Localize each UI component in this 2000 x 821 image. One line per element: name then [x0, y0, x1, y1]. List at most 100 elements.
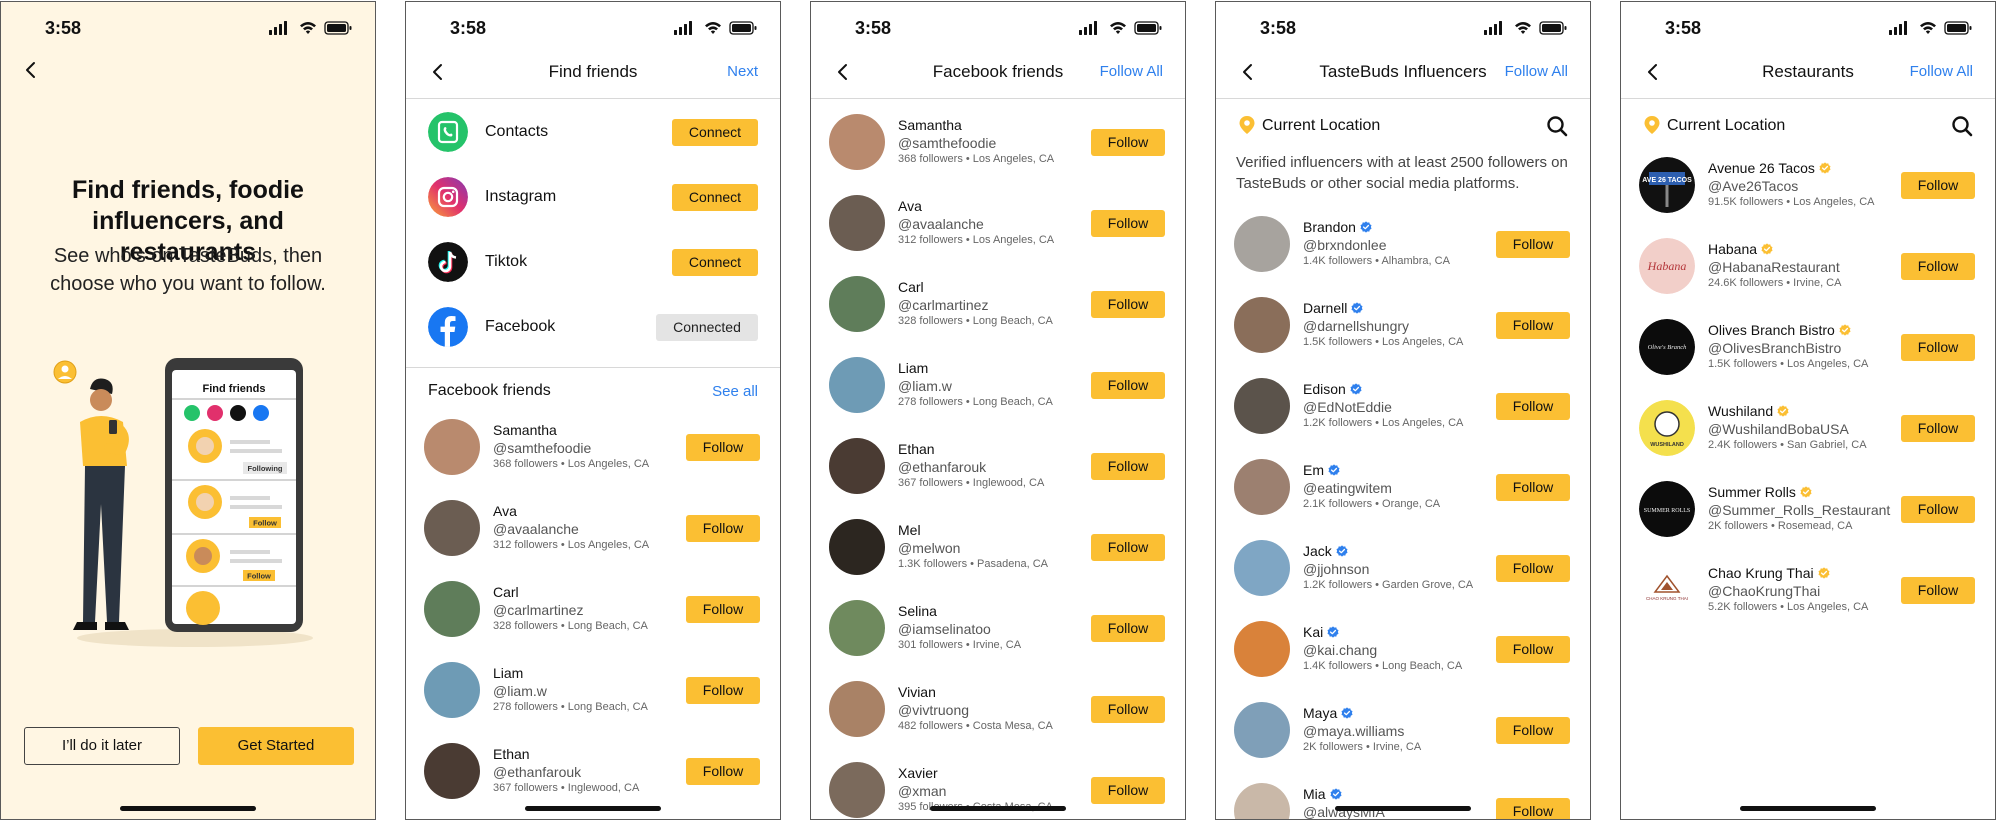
follow-button[interactable]: Follow	[1091, 696, 1165, 723]
connect-button[interactable]: Connect	[672, 119, 758, 146]
follow-button[interactable]: Follow	[1091, 615, 1165, 642]
follow-button[interactable]: Follow	[1496, 555, 1570, 582]
follow-button[interactable]: Follow	[1091, 534, 1165, 561]
user-meta: 1.2K followers • Los Angeles, CA	[1303, 417, 1464, 429]
follow-button[interactable]: Follow	[1496, 717, 1570, 744]
follow-button[interactable]: Follow	[686, 515, 760, 542]
user-meta: 1.4K followers • Alhambra, CA	[1303, 255, 1450, 267]
follow-button[interactable]: Follow	[1496, 312, 1570, 339]
follow-button[interactable]: Follow	[686, 677, 760, 704]
home-indicator	[525, 806, 661, 811]
restaurant-row: SUMMER ROLLS Summer Rolls @Summer_Rolls_…	[1621, 469, 1995, 549]
follow-button[interactable]: Follow	[1091, 129, 1165, 156]
user-meta: 328 followers • Long Beach, CA	[493, 620, 648, 632]
follow-button[interactable]: Follow	[1901, 253, 1975, 280]
follow-button[interactable]: Follow	[1496, 798, 1570, 819]
location-label[interactable]: Current Location	[1262, 117, 1380, 135]
back-icon[interactable]	[19, 58, 43, 82]
user-meta: 367 followers • Inglewood, CA	[493, 782, 640, 794]
user-meta: 278 followers • Long Beach, CA	[898, 396, 1053, 408]
service-row-instagram: Instagram Connect	[406, 167, 780, 227]
follow-button[interactable]: Follow	[1091, 291, 1165, 318]
user-name-line: Brandon	[1303, 219, 1372, 235]
page-title: Find friends	[548, 62, 638, 81]
see-all-link[interactable]: See all	[712, 383, 758, 400]
follow-button[interactable]: Follow	[1496, 474, 1570, 501]
follow-all-button[interactable]: Follow All	[1100, 63, 1163, 80]
follow-button[interactable]: Follow	[1901, 496, 1975, 523]
avatar	[1234, 459, 1290, 515]
illustration-follow-tag: Follow	[253, 519, 277, 528]
verified-icon	[1819, 162, 1831, 174]
user-name: Mel	[898, 522, 921, 538]
user-meta: 1.3K followers • Pasadena, CA	[898, 558, 1048, 570]
logo-text: WUSHILAND	[1650, 442, 1684, 448]
restaurant-logo: SUMMER ROLLS	[1639, 481, 1695, 537]
avatar	[1234, 540, 1290, 596]
friend-row: Vivian @vivtruong 482 followers • Costa …	[811, 669, 1185, 749]
influencer-row: Em @eatingwitem 2.1K followers • Orange,…	[1216, 447, 1590, 527]
next-button[interactable]: Next	[727, 63, 758, 80]
restaurant-name: Summer Rolls	[1708, 484, 1796, 500]
restaurant-meta: 2.4K followers • San Gabriel, CA	[1708, 439, 1867, 451]
user-meta: 312 followers • Los Angeles, CA	[493, 539, 650, 551]
divider	[406, 367, 780, 368]
follow-button[interactable]: Follow	[1091, 210, 1165, 237]
follow-all-button[interactable]: Follow All	[1910, 63, 1973, 80]
logo-text: Habana	[1647, 259, 1687, 273]
connect-button[interactable]: Connect	[672, 249, 758, 276]
follow-button[interactable]: Follow	[1901, 334, 1975, 361]
get-started-button[interactable]: Get Started	[198, 727, 354, 765]
restaurant-handle: @WushilandBobaUSA	[1708, 421, 1849, 437]
user-handle: @carlmartinez	[898, 297, 989, 313]
follow-button[interactable]: Follow	[686, 434, 760, 461]
location-label[interactable]: Current Location	[1667, 117, 1785, 135]
connect-button[interactable]: Connect	[672, 184, 758, 211]
avatar	[829, 276, 885, 332]
avatar	[829, 438, 885, 494]
friend-row: Carl @carlmartinez 328 followers • Long …	[406, 569, 780, 649]
user-handle: @samthefoodie	[493, 440, 592, 456]
restaurant-handle: @HabanaRestaurant	[1708, 259, 1840, 275]
follow-all-button[interactable]: Follow All	[1505, 63, 1568, 80]
home-indicator	[1335, 806, 1471, 811]
connected-button[interactable]: Connected	[656, 314, 758, 341]
onboarding-screen: 3:58 Find friends, foodie influencers, a…	[0, 1, 376, 820]
location-bar: Current Location	[1621, 112, 1995, 142]
search-icon[interactable]	[1951, 115, 1973, 137]
verified-icon	[1761, 243, 1773, 255]
avatar	[1234, 378, 1290, 434]
restaurant-meta: 5.2K followers • Los Angeles, CA	[1708, 601, 1869, 613]
restaurant-row: Habana Habana @HabanaRestaurant 24.6K fo…	[1621, 226, 1995, 306]
restaurant-name: Chao Krung Thai	[1708, 565, 1814, 581]
follow-button[interactable]: Follow	[1091, 453, 1165, 480]
follow-button[interactable]: Follow	[1091, 372, 1165, 399]
follow-button[interactable]: Follow	[686, 596, 760, 623]
location-pin-icon	[1238, 115, 1256, 135]
logo-text: AVE 26 TACOS	[1642, 177, 1692, 184]
avatar	[424, 662, 480, 718]
restaurants-screen: 3:58 Restaurants Follow All Current Loca…	[1620, 1, 1996, 820]
search-icon[interactable]	[1546, 115, 1568, 137]
follow-button[interactable]: Follow	[1901, 577, 1975, 604]
do-it-later-button[interactable]: I’ll do it later	[24, 727, 180, 765]
service-row-facebook: Facebook Connected	[406, 297, 780, 357]
user-name: Liam	[493, 665, 524, 681]
user-handle: @carlmartinez	[493, 602, 584, 618]
follow-button[interactable]: Follow	[1091, 777, 1165, 804]
restaurant-name-line: Habana	[1708, 241, 1773, 257]
friend-row: Ava @avaalanche 312 followers • Los Ange…	[811, 183, 1185, 263]
tiktok-icon	[428, 242, 468, 282]
user-name-line: Maya	[1303, 705, 1353, 721]
restaurant-handle: @Summer_Rolls_Restaurant	[1708, 502, 1891, 518]
influencer-row: Brandon @brxndonlee 1.4K followers • Alh…	[1216, 204, 1590, 284]
follow-button[interactable]: Follow	[1496, 393, 1570, 420]
home-indicator	[930, 806, 1066, 811]
follow-button[interactable]: Follow	[1901, 415, 1975, 442]
follow-button[interactable]: Follow	[1496, 231, 1570, 258]
restaurant-name-line: Summer Rolls	[1708, 484, 1812, 500]
restaurant-name: Avenue 26 Tacos	[1708, 160, 1815, 176]
follow-button[interactable]: Follow	[1496, 636, 1570, 663]
follow-button[interactable]: Follow	[1901, 172, 1975, 199]
follow-button[interactable]: Follow	[686, 758, 760, 785]
